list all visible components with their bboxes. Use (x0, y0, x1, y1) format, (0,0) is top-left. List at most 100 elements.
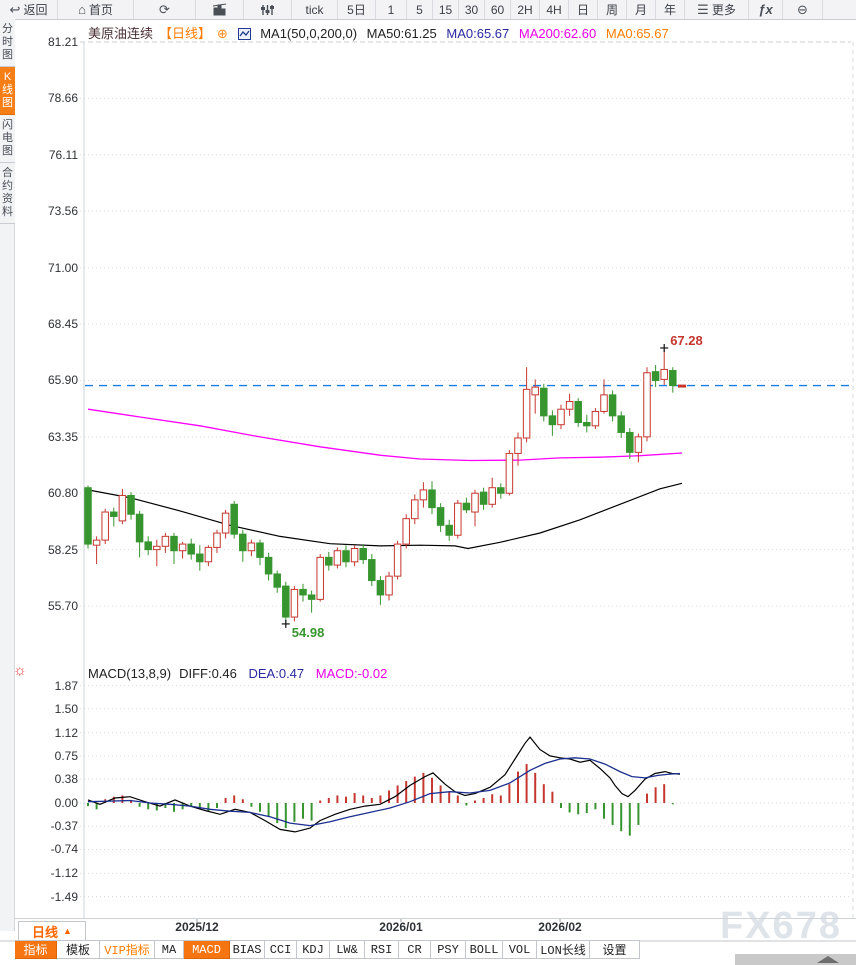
toolbar-button-label: 首页 (89, 1, 113, 18)
macd-y-tick: 0.38 (20, 772, 78, 786)
toolbar-button-year[interactable]: 年 (656, 0, 685, 19)
indicator-tab-indicator[interactable]: 指标 (15, 941, 57, 959)
macd-title: MACD(13,8,9) (88, 666, 171, 681)
toolbar-button-week[interactable]: 周 (598, 0, 627, 19)
toolbar-button-label: 周 (606, 1, 618, 18)
indicator-tab-cr[interactable]: CR (399, 941, 431, 959)
toolbar-button-fx[interactable]: ƒx (749, 0, 783, 19)
indicator-tab-lwr[interactable]: LW& (330, 941, 365, 959)
zoom-out-icon: ⊖ (797, 3, 808, 16)
top-toolbar: ↩返回⌂首页⟳tick5日151530602H4H日周月年☰更多ƒx⊖ (0, 0, 856, 20)
toolbar-button-tick[interactable]: tick (292, 0, 338, 19)
macd-y-tick: 1.87 (20, 679, 78, 693)
macd-y-tick: -1.12 (20, 866, 78, 880)
indicator-tab-boll[interactable]: BOLL (466, 941, 503, 959)
indicator-tab-template[interactable]: 模板 (57, 941, 100, 959)
toolbar-button-label: 年 (664, 1, 676, 18)
chart-type-sidebar: 分时图K线图闪电图合约资料 (0, 19, 15, 931)
svg-text:67.28: 67.28 (670, 333, 703, 348)
ma50-value: MA50:61.25 (367, 26, 437, 41)
triangle-up-icon: ▲ (63, 926, 72, 936)
sidebar-item-time-chart[interactable]: 分时图 (0, 19, 15, 67)
toolbar-button-label: 返回 (23, 1, 47, 18)
toolbar-button-home[interactable]: ⌂首页 (58, 0, 134, 19)
period-select-button[interactable]: 日线 ▲ (18, 921, 86, 941)
fx678-chart-app: { "accent_color": "#ff6600", "toolbar": … (0, 0, 856, 965)
macd-y-tick: -0.37 (20, 819, 78, 833)
indicator-tab-rsi[interactable]: RSI (365, 941, 399, 959)
indicator-tabbar: 指标模板VIP指标MAMACDBIASCCIKDJLW&RSICRPSYBOLL… (15, 940, 640, 959)
toolbar-button-5min[interactable]: 5 (407, 0, 433, 19)
refresh-icon: ⟳ (159, 3, 170, 16)
x-axis-date-label: 2025/12 (175, 920, 218, 934)
candle-chart-icon (212, 3, 228, 16)
toolbar-button-label: tick (306, 3, 324, 17)
toolbar-button-2h[interactable]: 2H (511, 0, 540, 19)
toolbar-button-label: 60 (491, 3, 504, 17)
indicator-tab-lon[interactable]: LON长线 (537, 941, 590, 959)
macd-y-tick: 1.50 (20, 702, 78, 716)
symbol-name: 美原油连续 (88, 26, 153, 41)
toolbar-button-1min[interactable]: 1 (376, 0, 407, 19)
main-y-tick: 58.25 (20, 543, 78, 557)
svg-text:54.98: 54.98 (292, 625, 325, 640)
toolbar-button-label: 5日 (347, 1, 366, 18)
back-icon: ↩ (10, 3, 21, 16)
macd-y-tick: 1.12 (20, 726, 78, 740)
indicator-tab-kdj[interactable]: KDJ (297, 941, 330, 959)
chart-header: 美原油连续【日线】⊕ MA1(50,0,200,0) MA50:61.25 MA… (88, 23, 675, 43)
x-axis-line (0, 918, 856, 919)
toolbar-button-label: 15 (439, 3, 452, 17)
macd-hist-value: MACD:-0.02 (316, 666, 388, 681)
toolbar-button-15min[interactable]: 15 (433, 0, 459, 19)
indicator-tab-ma[interactable]: MA (155, 941, 184, 959)
toolbar-button-indicator-settings[interactable] (244, 0, 292, 19)
toolbar-button-day[interactable]: 日 (569, 0, 598, 19)
toolbar-button-label: 1 (388, 3, 395, 17)
toolbar-button-back[interactable]: ↩返回 (0, 0, 58, 19)
toolbar-button-zoom-out[interactable]: ⊖ (783, 0, 823, 19)
macd-diff-value: DIFF:0.46 (179, 666, 237, 681)
sidebar-item-contract-info[interactable]: 合约资料 (0, 163, 15, 224)
indicator-tab-macd[interactable]: MACD (184, 941, 230, 959)
sliders-icon (260, 4, 275, 16)
ma-settings-label: MA1(50,0,200,0) (260, 26, 357, 41)
toolbar-button-4h[interactable]: 4H (540, 0, 569, 19)
macd-dea-value: DEA:0.47 (249, 666, 305, 681)
macd-y-tick: 0.00 (20, 796, 78, 810)
indicator-tab-cci[interactable]: CCI (265, 941, 297, 959)
home-icon: ⌂ (78, 3, 86, 16)
main-y-tick: 78.66 (20, 91, 78, 105)
toolbar-button-label: 5 (416, 3, 423, 17)
toolbar-button-more[interactable]: ☰更多 (685, 0, 749, 19)
macd-header: MACD(13,8,9) DIFF:0.46 DEA:0.47 MACD:-0.0… (88, 666, 395, 681)
fx678-watermark: FX678 (720, 905, 842, 948)
panel-collapse-bar[interactable] (735, 954, 856, 965)
toolbar-button-month[interactable]: 月 (627, 0, 656, 19)
main-y-tick: 73.56 (20, 204, 78, 218)
sidebar-item-kline-chart[interactable]: K线图 (0, 67, 15, 115)
toolbar-button-5d[interactable]: 5日 (338, 0, 376, 19)
expand-circle-icon[interactable]: ⊕ (217, 26, 228, 41)
main-y-tick: 65.90 (20, 373, 78, 387)
ma-chart-icon[interactable] (238, 28, 251, 43)
x-axis-date-label: 2026/02 (538, 920, 581, 934)
price-chart-canvas[interactable]: 67.28 54.98 (0, 0, 856, 965)
triangle-up-icon (817, 956, 839, 963)
sidebar-item-lightning-chart[interactable]: 闪电图 (0, 115, 15, 163)
macd-settings-icon[interactable]: ☼ (13, 662, 27, 679)
indicator-tab-bias[interactable]: BIAS (230, 941, 265, 959)
toolbar-button-label: 2H (517, 3, 532, 17)
toolbar-button-60min[interactable]: 60 (485, 0, 511, 19)
indicator-tab-vol[interactable]: VOL (503, 941, 537, 959)
main-y-tick: 55.70 (20, 599, 78, 613)
toolbar-button-30min[interactable]: 30 (459, 0, 485, 19)
toolbar-button-chart-type[interactable] (196, 0, 244, 19)
toolbar-button-label: 更多 (712, 1, 736, 18)
ma0-orange-value: MA0:65.67 (606, 26, 669, 41)
indicator-tab-vip-indicator[interactable]: VIP指标 (100, 941, 155, 959)
macd-y-tick: -0.74 (20, 842, 78, 856)
indicator-tab-psy[interactable]: PSY (431, 941, 466, 959)
indicator-tab-settings[interactable]: 设置 (590, 941, 640, 959)
toolbar-button-refresh[interactable]: ⟳ (134, 0, 196, 19)
